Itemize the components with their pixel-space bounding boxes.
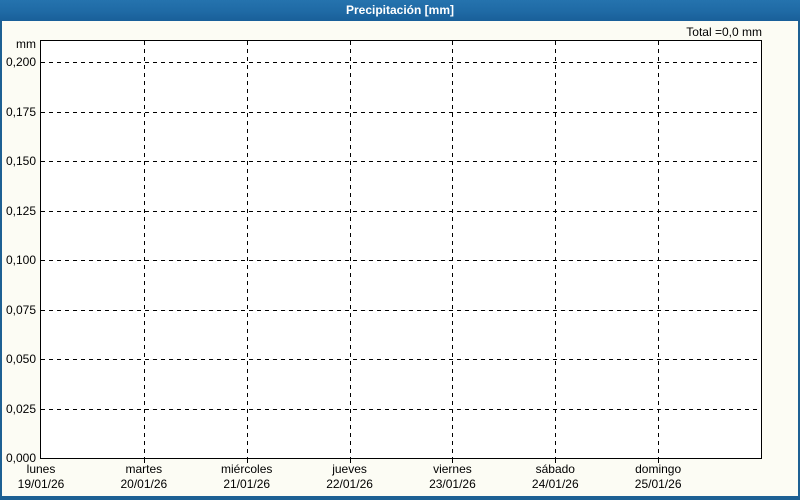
- y-axis-tick-label: 0,075: [5, 302, 36, 317]
- y-axis-unit-label: mm: [16, 37, 36, 51]
- x-axis-day-label: sábado 24/01/26: [532, 462, 579, 492]
- x-axis-tick: [349, 459, 351, 463]
- x-axis-day-label: domingo 25/01/26: [635, 462, 682, 492]
- h-gridline: [41, 359, 761, 360]
- chart-window: Precipitación [mm] Total =0,0 mm mm lune…: [0, 0, 800, 500]
- h-gridline: [41, 111, 761, 113]
- window-title: Precipitación [mm]: [345, 3, 455, 17]
- y-axis-tick-label: 0,125: [5, 203, 36, 218]
- total-label: Total =0,0 mm: [686, 25, 762, 39]
- day-date: 25/01/26: [634, 477, 682, 491]
- y-axis-tick-label: 0,000: [5, 451, 36, 465]
- day-name: domingo: [635, 462, 682, 476]
- x-axis-day-label: jueves 22/01/26: [326, 462, 373, 492]
- h-gridline: [41, 309, 761, 311]
- day-date: 20/01/26: [120, 477, 168, 491]
- y-axis-tick-label: 0,100: [5, 253, 36, 267]
- v-gridline: [658, 41, 660, 458]
- x-axis-day-label: lunes 19/01/26: [18, 462, 65, 492]
- h-gridline: [41, 408, 761, 410]
- day-name: martes: [125, 462, 163, 476]
- y-axis-tick-label: 0,150: [5, 154, 36, 168]
- window-title-bar: Precipitación [mm]: [0, 0, 800, 21]
- v-gridline: [555, 41, 557, 458]
- v-gridline: [246, 41, 248, 458]
- h-gridline: [41, 62, 761, 63]
- day-name: sábado: [535, 462, 575, 476]
- h-gridline: [41, 161, 761, 162]
- x-axis-tick: [143, 459, 145, 463]
- x-axis-day-label: miércoles 21/01/26: [221, 462, 272, 492]
- h-gridline: [41, 260, 761, 261]
- v-gridline: [452, 41, 454, 458]
- y-axis-tick-label: 0,025: [5, 401, 36, 416]
- v-gridline: [143, 41, 145, 458]
- plot-area: [40, 40, 762, 459]
- day-date: 22/01/26: [326, 477, 373, 491]
- day-date: 24/01/26: [531, 477, 579, 491]
- v-gridline: [349, 41, 351, 458]
- day-date: 19/01/26: [17, 477, 65, 491]
- window-border-bottom: [0, 496, 800, 500]
- day-name: jueves: [332, 462, 367, 476]
- y-axis-tick-label: 0,050: [5, 352, 36, 366]
- x-axis-tick: [452, 459, 454, 463]
- x-axis-tick: [555, 459, 557, 463]
- x-axis-tick: [246, 459, 248, 463]
- day-date: 23/01/26: [429, 477, 476, 491]
- day-date: 21/01/26: [223, 477, 271, 491]
- y-axis-tick-label: 0,175: [5, 104, 36, 119]
- day-name: viernes: [433, 462, 472, 476]
- y-axis-tick-label: 0,200: [5, 55, 36, 69]
- day-name: miércoles: [221, 462, 273, 476]
- x-axis-day-label: viernes 23/01/26: [429, 462, 476, 492]
- h-gridline: [41, 210, 761, 212]
- x-axis-tick: [658, 459, 660, 463]
- x-axis-day-label: martes 20/01/26: [120, 462, 167, 492]
